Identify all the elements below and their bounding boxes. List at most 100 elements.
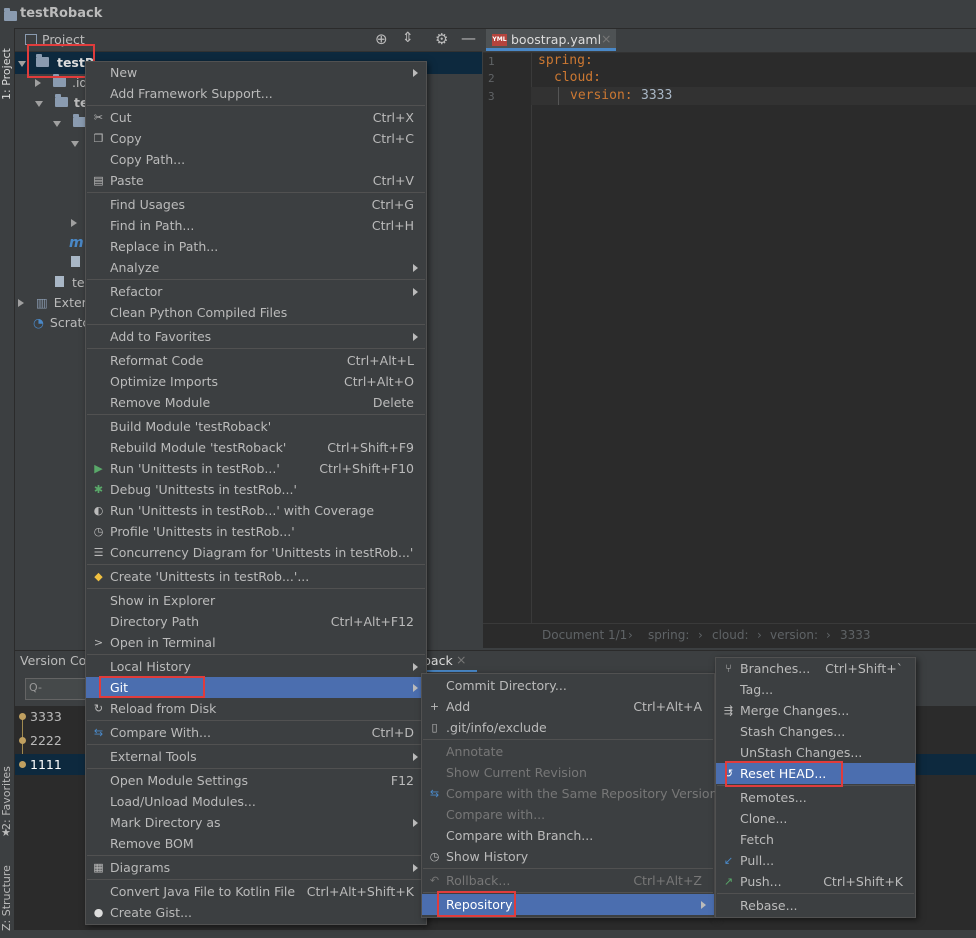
menu-item-merge-changes[interactable]: ⇶ Merge Changes... — [716, 700, 915, 721]
expand-arrow-icon[interactable] — [35, 101, 43, 107]
menu-item-cut[interactable]: ✂ Cut Ctrl+X — [86, 107, 426, 128]
menu-item-fetch[interactable]: Fetch — [716, 829, 915, 850]
breadcrumb-item[interactable]: spring: — [648, 628, 689, 642]
menu-item-create-unittests-in-testrob[interactable]: ◆ Create 'Unittests in testRob...'... — [86, 566, 426, 587]
menu-item-branches[interactable]: ⑂ Branches... Ctrl+Shift+` — [716, 658, 915, 679]
menu-item-find-usages[interactable]: Find Usages Ctrl+G — [86, 194, 426, 215]
commit-message[interactable]: 2222 — [30, 733, 62, 748]
maven-icon: m — [69, 235, 84, 251]
menu-item-local-history[interactable]: Local History — [86, 656, 426, 677]
menu-item-remove-bom[interactable]: Remove BOM — [86, 833, 426, 854]
menu-item-paste[interactable]: ▤ Paste Ctrl+V — [86, 170, 426, 191]
menu-item-convert-java-file-to-kotlin-file[interactable]: Convert Java File to Kotlin File Ctrl+Alt… — [86, 881, 426, 902]
menu-item-commit-directory[interactable]: Commit Directory... — [422, 675, 714, 696]
menu-item-add-to-favorites[interactable]: Add to Favorites — [86, 326, 426, 347]
menu-item-refactor[interactable]: Refactor — [86, 281, 426, 302]
file-icon — [71, 256, 80, 267]
menu-item-git-info-exclude[interactable]: ▯ .git/info/exclude — [422, 717, 714, 738]
search-input[interactable]: Q- — [25, 678, 87, 700]
menu-item-clone[interactable]: Clone... — [716, 808, 915, 829]
menu-item-concurrency-diagram-for-unittests-in-testrob[interactable]: ☰ Concurrency Diagram for 'Unittests in t… — [86, 542, 426, 563]
tab-boostrap-yaml[interactable]: YML boostrap.yaml × — [486, 29, 616, 51]
menu-item-copy-path[interactable]: Copy Path... — [86, 149, 426, 170]
breadcrumb-item[interactable]: Document 1/1 — [542, 628, 627, 642]
menu-item-rollback[interactable]: ↶ Rollback... Ctrl+Alt+Z — [422, 870, 714, 891]
menu-item-add[interactable]: + Add Ctrl+Alt+A — [422, 696, 714, 717]
menu-item-annotate[interactable]: Annotate — [422, 741, 714, 762]
menu-item-reformat-code[interactable]: Reformat Code Ctrl+Alt+L — [86, 350, 426, 371]
menu-item-run-unittests-in-testrob-with-coverage[interactable]: ◐ Run 'Unittests in testRob...' with Cove… — [86, 500, 426, 521]
menu-item-run-unittests-in-testrob[interactable]: ▶ Run 'Unittests in testRob...' Ctrl+Shift… — [86, 458, 426, 479]
branch-icon: ⑂ — [725, 662, 732, 675]
breadcrumb-item[interactable]: version: — [770, 628, 818, 642]
menu-item-optimize-imports[interactable]: Optimize Imports Ctrl+Alt+O — [86, 371, 426, 392]
tab-project[interactable]: 1: Project — [0, 34, 14, 114]
menu-item-label: Debug 'Unittests in testRob...' — [110, 482, 297, 497]
tree-row-sub[interactable] — [53, 113, 86, 133]
menu-item-unstash-changes[interactable]: UnStash Changes... — [716, 742, 915, 763]
commit-dot — [19, 713, 26, 720]
tree-row-sub3[interactable] — [71, 213, 77, 233]
minimize-icon[interactable]: — — [461, 29, 476, 47]
menu-item-diagrams[interactable]: ▦ Diagrams — [86, 857, 426, 878]
menu-item-remotes[interactable]: Remotes... — [716, 787, 915, 808]
commit-message[interactable]: 1111 — [30, 757, 62, 772]
tree-row-scratch[interactable]: ◔ Scratc — [33, 313, 89, 333]
menu-item-load-unload-modules[interactable]: Load/Unload Modules... — [86, 791, 426, 812]
tab-structure[interactable]: Z: Structure — [0, 858, 14, 938]
menu-item-push[interactable]: ↗ Push... Ctrl+Shift+K — [716, 871, 915, 892]
menu-item-compare-with-branch[interactable]: Compare with Branch... — [422, 825, 714, 846]
menu-item-copy[interactable]: ❐ Copy Ctrl+C — [86, 128, 426, 149]
expand-arrow-icon[interactable] — [71, 141, 79, 147]
expand-arrow-icon[interactable] — [53, 121, 61, 127]
menu-item-compare-with-the-same-repository-version[interactable]: ⇆ Compare with the Same Repository Versio… — [422, 783, 718, 804]
commit-message[interactable]: 3333 — [30, 709, 62, 724]
breadcrumb-item[interactable]: 3333 — [840, 628, 871, 642]
menu-item-show-history[interactable]: ◷ Show History — [422, 846, 714, 867]
menu-item-add-framework-support[interactable]: Add Framework Support... — [86, 83, 426, 104]
menu-item-compare-with[interactable]: Compare with... — [422, 804, 714, 825]
collapse-icon[interactable]: ⇕ — [402, 30, 414, 46]
expand-arrow-icon[interactable] — [18, 61, 26, 67]
expand-arrow-icon[interactable] — [18, 299, 24, 307]
menu-item-clean-python-compiled-files[interactable]: Clean Python Compiled Files — [86, 302, 426, 323]
menu-item-show-current-revision[interactable]: Show Current Revision — [422, 762, 714, 783]
menu-item-open-module-settings[interactable]: Open Module Settings F12 — [86, 770, 426, 791]
menu-item-rebase[interactable]: Rebase... — [716, 895, 915, 916]
locate-icon[interactable]: ⊕ — [375, 30, 388, 48]
menu-item-new[interactable]: New — [86, 62, 426, 83]
menu-item-create-gist[interactable]: ● Create Gist... — [86, 902, 426, 923]
menu-item-find-in-path[interactable]: Find in Path... Ctrl+H — [86, 215, 426, 236]
menu-separator — [87, 855, 425, 856]
menu-item-analyze[interactable]: Analyze — [86, 257, 426, 278]
tree-row-file[interactable] — [71, 253, 80, 273]
code-editor[interactable]: 1 spring: 2 cloud: 3 version: 3333 — [483, 53, 976, 623]
expand-arrow-icon[interactable] — [35, 79, 41, 87]
menu-item-external-tools[interactable]: External Tools — [86, 746, 426, 767]
menu-item-pull[interactable]: ↙ Pull... — [716, 850, 915, 871]
menu-item-directory-path[interactable]: Directory Path Ctrl+Alt+F12 — [86, 611, 426, 632]
menu-item-replace-in-path[interactable]: Replace in Path... — [86, 236, 426, 257]
breadcrumb-item[interactable]: cloud: — [712, 628, 749, 642]
tree-row-external[interactable]: ▥ Extern — [18, 293, 95, 313]
vc-tab-label[interactable]: back — [423, 653, 453, 668]
menu-item-reload-from-disk[interactable]: ↻ Reload from Disk — [86, 698, 426, 719]
menu-item-rebuild-module-testroback[interactable]: Rebuild Module 'testRoback' Ctrl+Shift+F9 — [86, 437, 426, 458]
menu-item-compare-with[interactable]: ⇆ Compare With... Ctrl+D — [86, 722, 426, 743]
menu-item-debug-unittests-in-testrob[interactable]: ✱ Debug 'Unittests in testRob...' — [86, 479, 426, 500]
expand-arrow-icon[interactable] — [71, 219, 77, 227]
menu-item-label: UnStash Changes... — [740, 745, 863, 760]
menu-item-mark-directory-as[interactable]: Mark Directory as — [86, 812, 426, 833]
tree-row-sub2[interactable] — [71, 133, 79, 153]
menu-item-stash-changes[interactable]: Stash Changes... — [716, 721, 915, 742]
menu-item-show-in-explorer[interactable]: Show in Explorer — [86, 590, 426, 611]
menu-item-build-module-testroback[interactable]: Build Module 'testRoback' — [86, 416, 426, 437]
menu-item-profile-unittests-in-testrob[interactable]: ◷ Profile 'Unittests in testRob...' — [86, 521, 426, 542]
gear-icon[interactable]: ⚙ — [435, 30, 448, 48]
close-icon[interactable]: × — [601, 31, 611, 46]
menu-item-tag[interactable]: Tag... — [716, 679, 915, 700]
menu-item-shortcut: Delete — [372, 395, 414, 410]
close-icon[interactable]: × — [456, 652, 466, 667]
menu-item-remove-module[interactable]: Remove Module Delete — [86, 392, 426, 413]
menu-item-open-in-terminal[interactable]: > Open in Terminal — [86, 632, 426, 653]
